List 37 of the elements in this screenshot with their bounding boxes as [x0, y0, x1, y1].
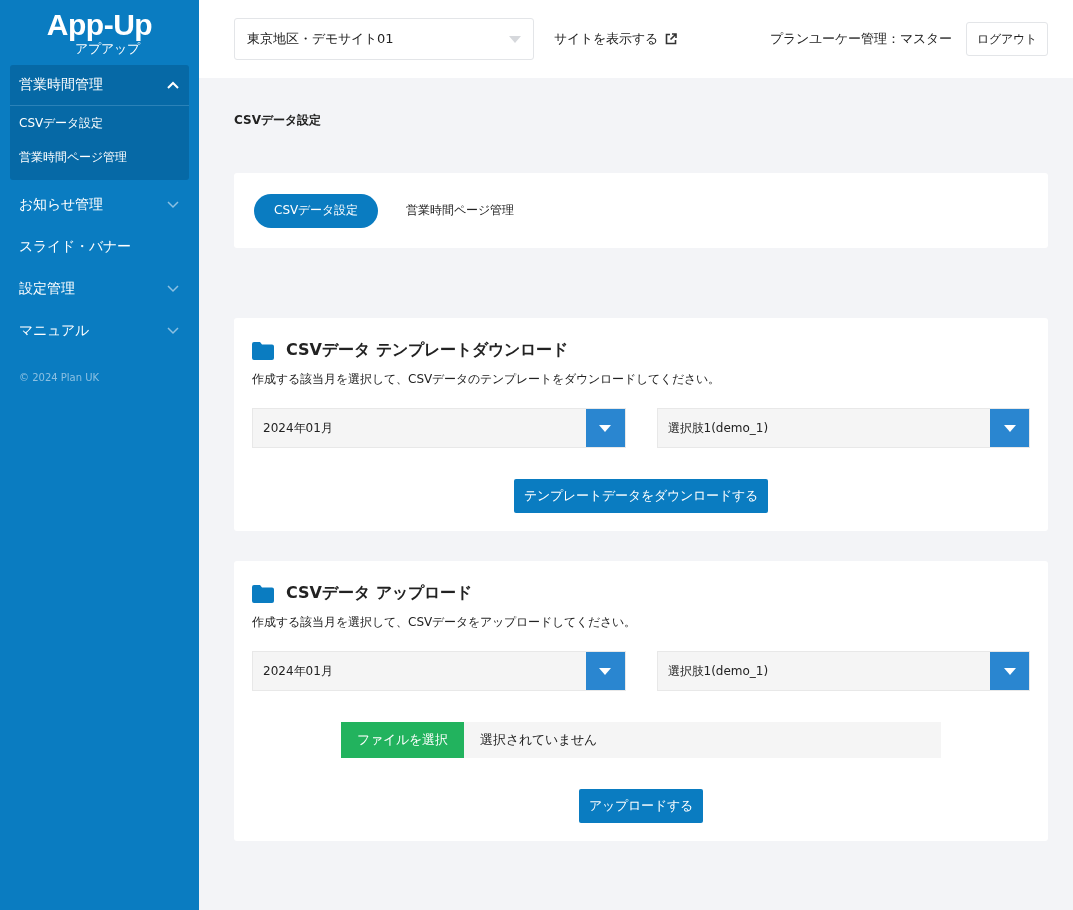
caret-icon: [599, 424, 611, 432]
tab[interactable]: 営業時間ページ管理: [396, 193, 525, 228]
section-title: CSVデータ テンプレートダウンロード: [286, 340, 568, 361]
page-title: CSVデータ設定: [234, 112, 322, 129]
external-link-icon: [665, 33, 677, 45]
menu-item[interactable]: お知らせ管理: [10, 184, 189, 226]
submenu-item[interactable]: 営業時間ページ管理: [10, 140, 189, 174]
caret-icon: [1003, 424, 1016, 432]
caret-icon: [599, 667, 611, 675]
dropdown[interactable]: 2024年01月: [252, 651, 626, 691]
caret-icon: [509, 35, 521, 43]
dropdown[interactable]: 選択肢1(demo_1): [656, 651, 1030, 691]
section-description: 作成する該当月を選択して、CSVデータをアップロードしてください。: [252, 614, 638, 631]
folder-icon: [252, 341, 274, 360]
dropdown[interactable]: 2024年01月: [252, 408, 626, 448]
submenu-item[interactable]: CSVデータ設定: [10, 106, 189, 140]
folder-icon: [252, 584, 274, 603]
logo-text: App-Up: [46, 10, 153, 40]
chevron-up-icon: [167, 81, 179, 89]
site-select[interactable]: 東京地区・デモサイト01: [234, 18, 534, 60]
dropdown[interactable]: 選択肢1(demo_1): [656, 408, 1030, 448]
section-title: CSVデータ アップロード: [286, 583, 472, 604]
caret-icon: [1003, 667, 1016, 675]
menu-item[interactable]: 営業時間管理: [10, 65, 189, 106]
upload-button[interactable]: アップロードする: [579, 789, 703, 823]
logo-subtext: アプアップ: [75, 41, 140, 57]
menu-item[interactable]: 設定管理: [10, 268, 189, 310]
view-site-link[interactable]: サイトを表示する: [554, 30, 677, 48]
menu-item[interactable]: スライド・バナー: [10, 226, 189, 268]
section-description: 作成する該当月を選択して、CSVデータのテンプレートをダウンロードしてください。: [252, 371, 722, 388]
tab[interactable]: CSVデータ設定: [254, 193, 379, 228]
file-input[interactable]: ファイルを選択 選択されていません: [341, 722, 941, 758]
logout-button[interactable]: ログアウト: [966, 22, 1048, 56]
menu-item[interactable]: マニュアル: [10, 310, 189, 352]
download-button[interactable]: テンプレートデータをダウンロードする: [514, 479, 768, 513]
user-label: プランユーケー管理：マスター: [770, 30, 952, 48]
copyright-text: © 2024 Plan UK: [18, 371, 101, 385]
